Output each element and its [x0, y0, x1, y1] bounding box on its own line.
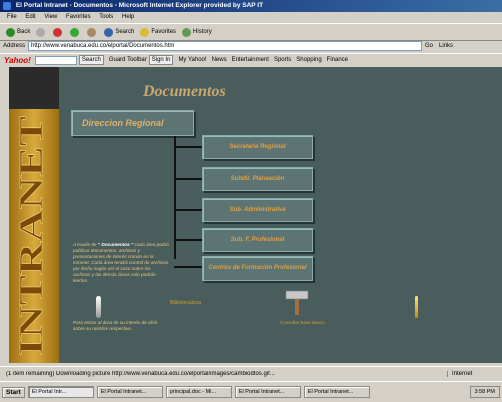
taskbar-item[interactable]: El Portal Intranet... [234, 386, 301, 398]
tree-line-3 [174, 209, 202, 211]
guard-toolbar[interactable]: Guard Toolbar [109, 57, 147, 63]
taskbar-item[interactable]: El Portal Intr... [27, 386, 94, 398]
page-content: INTRANET Documentos Direccion Regional S… [9, 67, 502, 363]
entertainment-link[interactable]: Entertainment [232, 57, 269, 63]
system-clock: 3:58 PM [469, 386, 500, 398]
left-sidebar: INTRANET [9, 67, 59, 363]
instruction-text: Para entrar al área de su interés de cli… [73, 320, 158, 331]
home-icon [87, 27, 97, 37]
menu-favorites[interactable]: Favorites [66, 14, 91, 20]
links-button[interactable]: Links [439, 43, 453, 49]
menu-tools[interactable]: Tools [99, 14, 113, 20]
tree-line-5 [174, 266, 202, 268]
back-arrow-icon [6, 27, 15, 37]
yahoo-search-button[interactable]: Search [78, 55, 104, 65]
status-bar: (1 item remaining) Downloading picture h… [0, 366, 502, 381]
start-button[interactable]: Start [2, 386, 25, 398]
search-button[interactable]: Search [104, 27, 134, 37]
security-zone: Internet [447, 371, 502, 377]
menu-file[interactable]: File [7, 14, 17, 20]
shopping-link[interactable]: Shopping [296, 57, 321, 63]
direccion-regional-button[interactable]: Direccion Regional [71, 110, 194, 136]
refresh-button[interactable] [70, 27, 81, 37]
yahoo-toolbar: Yahoo! Search Guard Toolbar Sign In My Y… [0, 53, 502, 66]
address-label: Address [3, 43, 26, 49]
history-button[interactable]: History [182, 27, 212, 37]
tree-line-1 [174, 146, 202, 148]
menu-bar: File Edit View Favorites Tools Help [0, 12, 502, 23]
secretaria-regional-button[interactable]: Secretaría Regional [202, 135, 313, 159]
subdir-planeacion-button[interactable]: Subdir. Planeación [202, 167, 313, 191]
menu-help[interactable]: Help [122, 14, 134, 20]
menu-edit[interactable]: Edit [25, 14, 35, 20]
intro-highlight: " Documentos " [97, 242, 134, 247]
biblioteca-link[interactable]: Bibliotecalcoa [170, 300, 201, 306]
back-button[interactable]: Back [6, 27, 30, 37]
sub-administrativa-button[interactable]: Sub. Administrativa [202, 198, 313, 222]
stop-icon [53, 27, 63, 37]
refresh-icon [70, 27, 80, 37]
window-title: El Portal Intranet - Documentos - Micros… [15, 2, 264, 9]
pen-icon[interactable] [96, 296, 101, 318]
yahoo-search-input[interactable] [34, 55, 77, 65]
favorites-icon [140, 27, 150, 37]
tree-line-4 [174, 239, 202, 241]
news-link[interactable]: News [212, 57, 227, 63]
sports-link[interactable]: Sports [274, 57, 291, 63]
history-icon [182, 27, 192, 37]
forward-button[interactable] [36, 27, 47, 37]
yahoo-logo[interactable]: Yahoo! [4, 56, 31, 65]
favorites-button[interactable]: Favorites [140, 27, 176, 37]
intro-text: A través de " Documentos " cada área pod… [73, 242, 169, 283]
centros-formacion-button[interactable]: Centros de Formación Profesional [202, 256, 313, 281]
hammer-icon[interactable] [285, 289, 311, 317]
address-input[interactable]: http://www.venabuca.edu.co/elportal/Docu… [28, 41, 423, 51]
svg-text:INTRANET: INTRANET [13, 116, 50, 356]
taskbar-item[interactable]: El Portal Intranet... [303, 386, 370, 398]
browser-toolbar: Back Search Favorites History [0, 23, 502, 41]
stop-button[interactable] [53, 27, 64, 37]
intranet-vertical-title: INTRANET [13, 115, 50, 356]
menu-view[interactable]: View [44, 14, 57, 20]
home-button[interactable] [87, 27, 98, 37]
sub-f-profesional-button[interactable]: Sub. F. Profesional [202, 228, 313, 252]
forward-arrow-icon [36, 27, 46, 37]
my-yahoo-link[interactable]: My Yahoo! [178, 57, 206, 63]
ie-icon [3, 2, 11, 10]
taskbar: Start El Portal Intr... El Portal Intran… [0, 381, 502, 402]
consultar-base-link[interactable]: Consultar Base Banco [280, 320, 325, 325]
go-button[interactable]: Go [425, 43, 433, 49]
finance-link[interactable]: Finance [327, 57, 348, 63]
yahoo-signin-button[interactable]: Sign In [148, 55, 174, 65]
address-bar: Address http://www.venabuca.edu.co/elpor… [0, 40, 502, 52]
taskbar-item[interactable]: principal.doc - Mi... [165, 386, 232, 398]
window-titlebar: El Portal Intranet - Documentos - Micros… [0, 0, 502, 12]
status-message: (1 item remaining) Downloading picture h… [6, 371, 275, 377]
search-icon [104, 27, 114, 37]
taskbar-item[interactable]: El Portal Intranet... [96, 386, 163, 398]
page-title: Documentos [143, 83, 226, 100]
pencil-icon[interactable] [415, 296, 418, 318]
tree-line-2 [174, 178, 202, 180]
